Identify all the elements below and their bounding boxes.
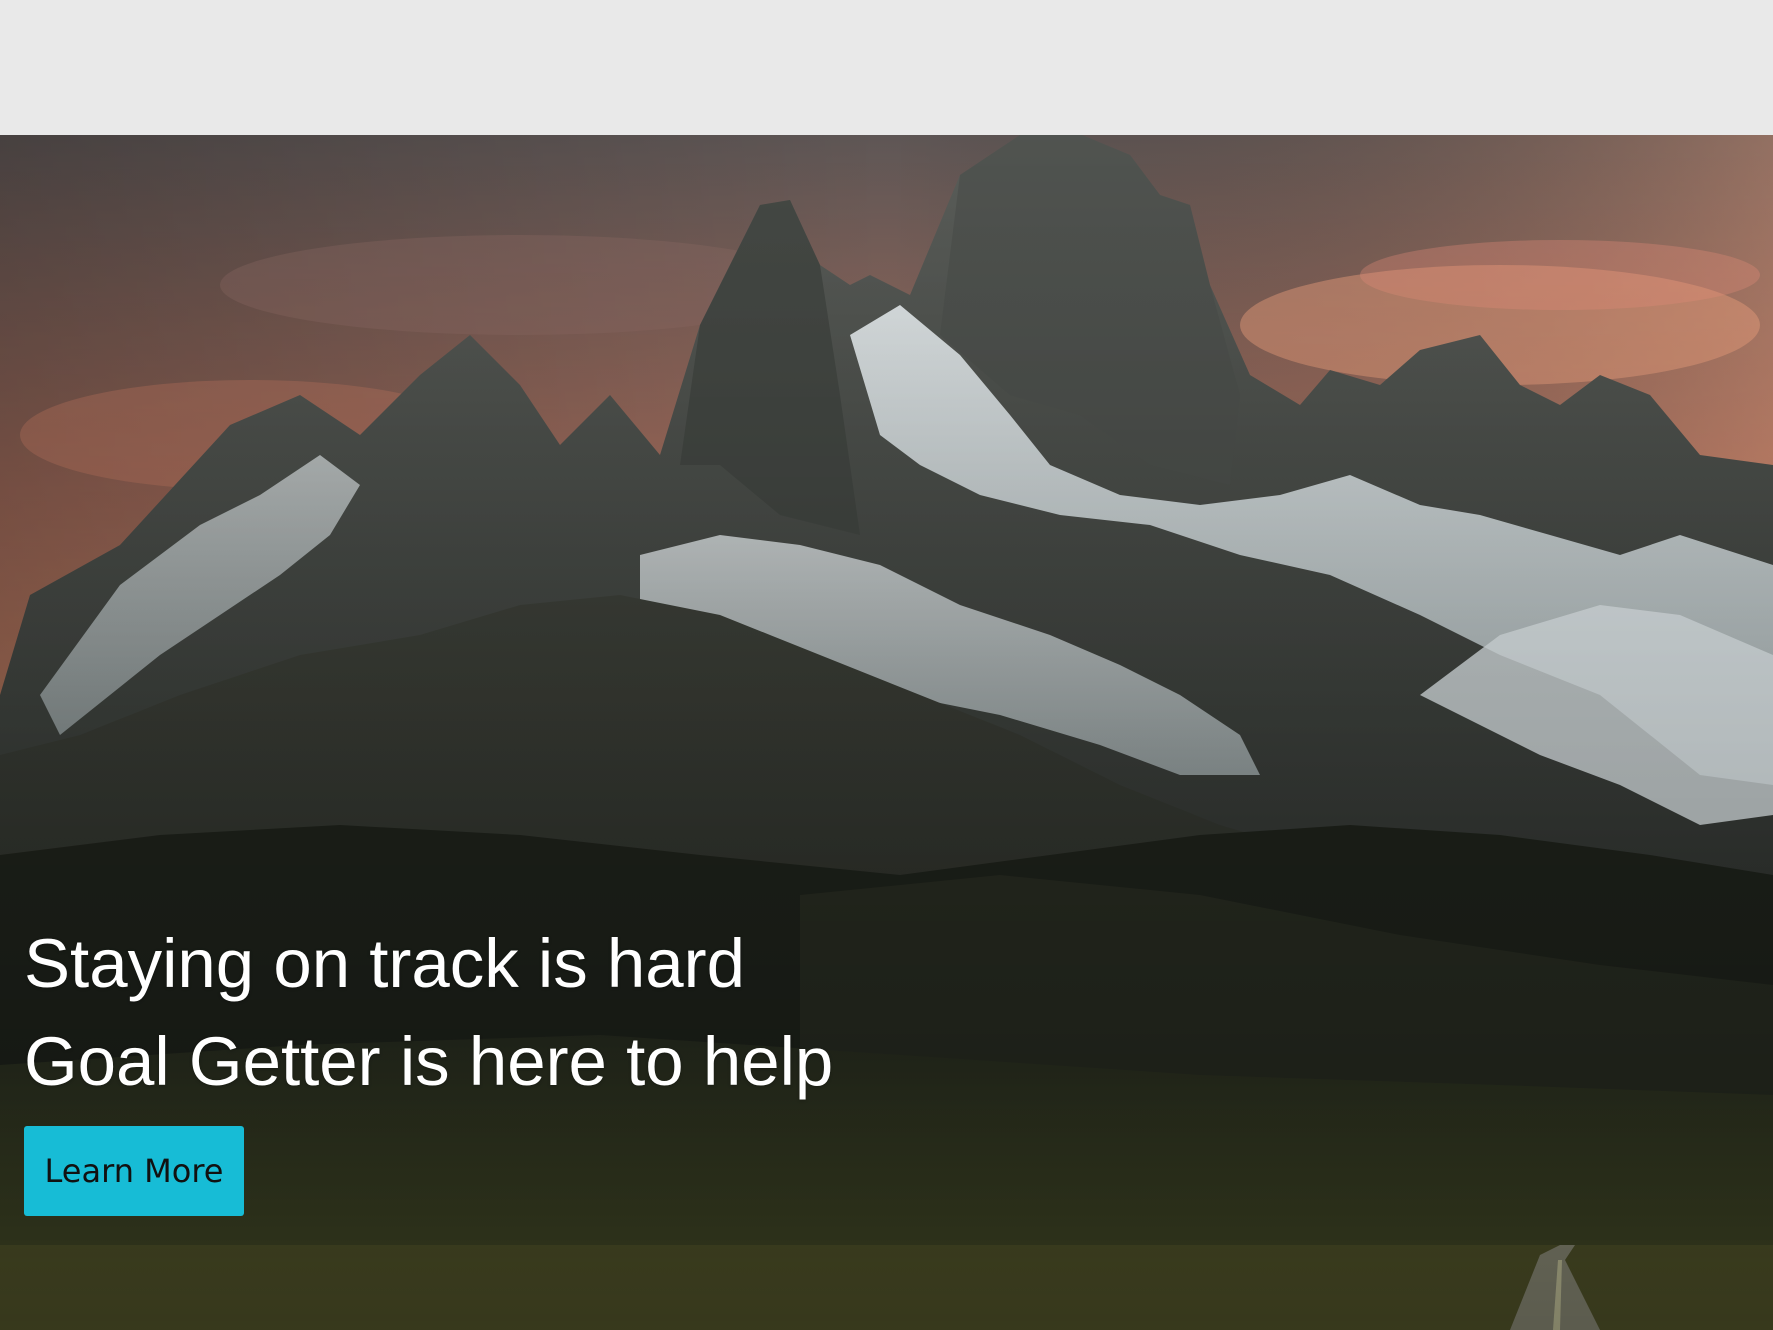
hero-section: Staying on track is hard Goal Getter is …	[0, 135, 1773, 1330]
hero-headline-line-1: Staying on track is hard	[24, 925, 746, 1002]
mountain-landscape-background	[0, 135, 1773, 1330]
learn-more-button[interactable]: Learn More	[24, 1126, 244, 1216]
top-navigation-bar	[0, 0, 1773, 135]
hero-headline-line-2: Goal Getter is here to help	[24, 1023, 834, 1100]
hero-text-block: Staying on track is hard Goal Getter is …	[24, 915, 833, 1111]
